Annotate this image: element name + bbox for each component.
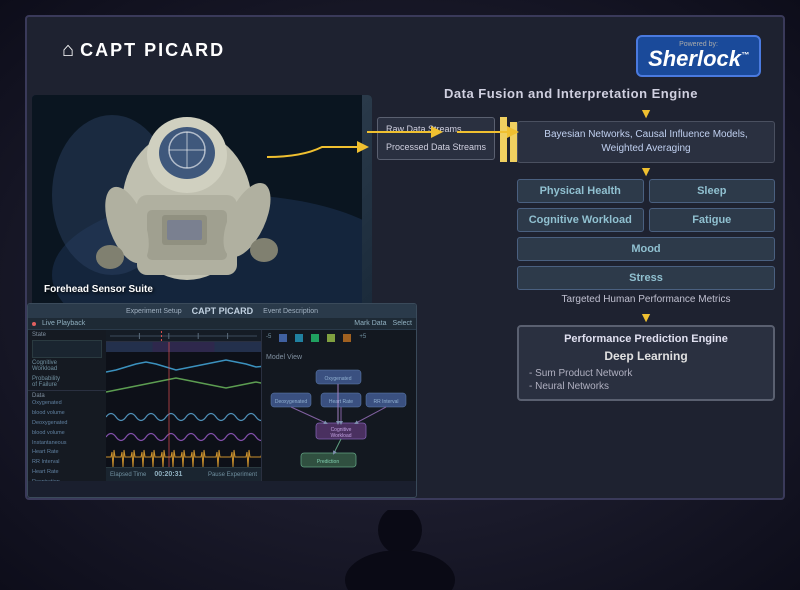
ppe-item-1: - Sum Product Network xyxy=(529,367,763,380)
data-section: Data Oxygenatedblood volume Deoxygenated… xyxy=(28,391,106,481)
state-label: State xyxy=(32,332,102,338)
legend-swatch-4 xyxy=(327,334,335,342)
legend-swatch-2 xyxy=(295,334,303,342)
silhouette-svg xyxy=(300,510,500,590)
pause-btn[interactable]: Pause Experiment xyxy=(208,472,257,478)
dashboard-header: Experiment Setup CAPT PICARD Event Descr… xyxy=(28,304,416,318)
astronaut-image: Forehead Sensor Suite xyxy=(32,95,372,310)
svg-text:Oxygenated: Oxygenated xyxy=(325,376,352,382)
svg-text:Heart Rate: Heart Rate xyxy=(329,399,353,405)
dashboard-title: CAPT PICARD xyxy=(192,306,254,316)
svg-text:Workload: Workload xyxy=(330,433,351,439)
ppe-title: Performance Prediction Engine xyxy=(529,333,763,345)
presentation-screen: ⌂ CAPT PICARD Powered by: Sherlock™ Data… xyxy=(25,15,785,500)
dashboard: Experiment Setup CAPT PICARD Event Descr… xyxy=(27,303,417,498)
legend-p5: +5 xyxy=(359,334,366,342)
state-section: State CognitiveWorkload Probabilityof Fa… xyxy=(28,330,106,391)
pf-channel: Probabilityof Failure xyxy=(32,376,102,388)
ch-respiration: Respiration xyxy=(32,478,102,481)
metric-sleep: Sleep xyxy=(649,179,776,203)
ch-hr: Heart Rate xyxy=(32,468,102,478)
logo-hat-icon: ⌂ xyxy=(62,39,74,62)
astronaut-svg xyxy=(32,95,362,310)
dashboard-content: State CognitiveWorkload Probabilityof Fa… xyxy=(28,330,416,481)
legend-swatch-1 xyxy=(279,334,287,342)
mark-data-btn[interactable]: Mark Data xyxy=(354,320,386,327)
ppe-item-2: - Neural Networks xyxy=(529,380,763,393)
svg-text:RR Interval: RR Interval xyxy=(373,399,398,405)
model-view-panel: -5 +5 Model View Oxygenated Deoxygenated xyxy=(261,330,416,481)
metric-cognitive-workload: Cognitive Workload xyxy=(517,208,644,232)
stream-arrow-svg xyxy=(367,112,477,182)
legend-m5: -5 xyxy=(266,334,271,342)
ch-heart-rate: InstantaneousHeart Rate xyxy=(32,439,102,459)
channel-labels: State CognitiveWorkload Probabilityof Fa… xyxy=(28,330,106,481)
silhouette-area xyxy=(0,510,800,590)
ch-deoxygenated: Deoxygenatedblood volume xyxy=(32,419,102,439)
metric-mood: Mood xyxy=(517,237,775,261)
sherlock-badge: Powered by: Sherlock™ xyxy=(636,35,761,77)
waveforms-svg xyxy=(106,342,261,481)
logo-area: ⌂ CAPT PICARD xyxy=(62,39,225,62)
channel-list: Oxygenatedblood volume Deoxygenatedblood… xyxy=(32,399,102,481)
elapsed-label: Elapsed Time xyxy=(110,472,146,478)
cw-channel: CognitiveWorkload xyxy=(32,360,102,372)
sherlock-name: Sherlock™ xyxy=(648,46,749,71)
bayesian-text: Bayesian Networks, Causal Influence Mode… xyxy=(544,129,747,154)
dashboard-toolbar: Live Playback Mark Data Select xyxy=(28,318,416,330)
astronaut-photo: Forehead Sensor Suite xyxy=(32,95,372,310)
ppe-arrow-down: ▼ xyxy=(517,309,775,325)
forehead-label: Forehead Sensor Suite xyxy=(44,284,153,295)
data-fusion-title: Data Fusion and Interpretation Engine xyxy=(444,86,698,101)
rec-dot xyxy=(32,322,36,326)
app-title: CAPT PICARD xyxy=(80,40,225,61)
ch-rr-interval: RR Interval xyxy=(32,458,102,468)
deep-learning-title: Deep Learning xyxy=(529,349,763,363)
metrics-arrow-down: ▼ xyxy=(517,163,775,179)
bottom-bar: Elapsed Time 00:20:31 Pause Experiment xyxy=(106,467,261,481)
bayesian-box: Bayesian Networks, Causal Influence Mode… xyxy=(517,121,775,163)
bayesian-container: ▼ Bayesian Networks, Causal Influence Mo… xyxy=(517,105,775,401)
ch-oxygenated: Oxygenatedblood volume xyxy=(32,399,102,419)
ppe-box: Performance Prediction Engine Deep Learn… xyxy=(517,325,775,401)
legend-swatch-5 xyxy=(343,334,351,342)
elapsed-value: 00:20:31 xyxy=(154,471,182,478)
model-legend: -5 +5 xyxy=(266,334,412,342)
bayesian-arrow-down: ▼ xyxy=(517,105,775,121)
state-bar xyxy=(32,340,102,358)
ruler-svg xyxy=(110,331,257,341)
metrics-grid: Physical Health Sleep Cognitive Workload… xyxy=(517,179,775,290)
data-streams-container: Raw Data Streams Processed Data Streams xyxy=(367,112,495,160)
metric-physical-health: Physical Health xyxy=(517,179,644,203)
svg-text:Deoxygenated: Deoxygenated xyxy=(275,399,307,405)
waveform-area: Elapsed Time 00:20:31 Pause Experiment xyxy=(106,330,261,481)
svg-text:Prediction: Prediction xyxy=(317,459,339,465)
metric-fatigue: Fatigue xyxy=(649,208,776,232)
targeted-label: Targeted Human Performance Metrics xyxy=(517,290,775,309)
select-btn[interactable]: Select xyxy=(393,320,412,327)
live-playback-btn[interactable]: Live Playback xyxy=(42,320,85,327)
tab-experiment-setup[interactable]: Experiment Setup xyxy=(126,308,182,315)
tab-event-description[interactable]: Event Description xyxy=(263,308,318,315)
model-graph-svg: Oxygenated Deoxygenated Heart Rate RR In… xyxy=(266,368,411,478)
legend-swatch-3 xyxy=(311,334,319,342)
metric-stress: Stress xyxy=(517,266,775,290)
timeline-ruler xyxy=(106,330,261,342)
model-view-label: Model View xyxy=(266,354,302,361)
